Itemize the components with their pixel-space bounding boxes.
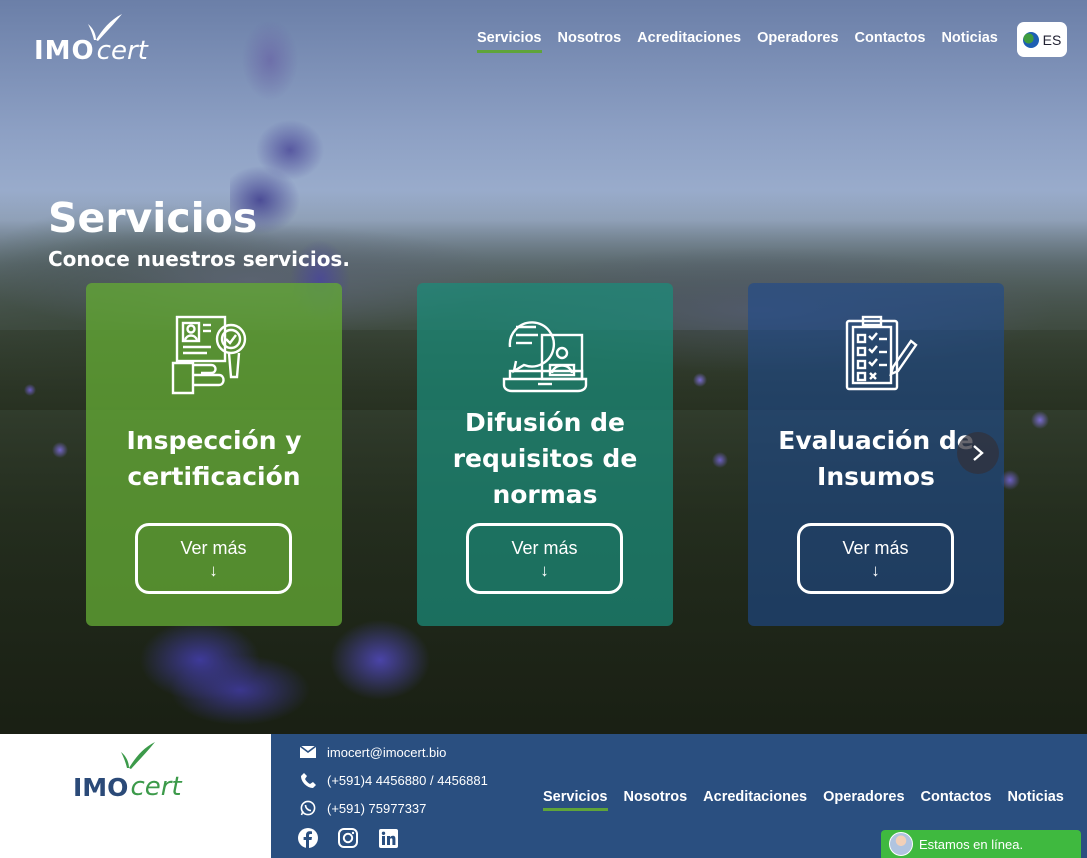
- envelope-icon: [299, 744, 317, 760]
- card-title-line: normas: [492, 480, 598, 509]
- chevron-right-icon: [973, 445, 984, 461]
- ver-mas-label: Ver más: [511, 538, 578, 558]
- avatar: [889, 832, 913, 856]
- footer-nav-acreditaciones[interactable]: Acreditaciones: [703, 789, 807, 811]
- footer-nav-nosotros[interactable]: Nosotros: [624, 789, 688, 811]
- header-logo[interactable]: IMO cert: [34, 14, 148, 66]
- card-title-line: Evaluación de: [778, 426, 974, 455]
- inspection-certificate-icon: [171, 315, 247, 395]
- card-title-line: Inspección y: [126, 426, 302, 455]
- arrow-down-icon: ↓: [871, 561, 880, 580]
- ver-mas-button[interactable]: Ver más ↓: [135, 523, 292, 594]
- leaf-logo-icon: [121, 742, 155, 769]
- page-subtitle: Conoce nuestros servicios.: [48, 247, 350, 271]
- logo-imo-text: IMO: [34, 36, 95, 66]
- page-title: Servicios: [48, 194, 258, 242]
- phone-icon: [299, 772, 317, 788]
- footer-nav-contactos[interactable]: Contactos: [921, 789, 992, 811]
- social-links: [298, 828, 398, 848]
- linkedin-icon[interactable]: [378, 828, 398, 848]
- footer-nav-noticias[interactable]: Noticias: [1007, 789, 1063, 811]
- whatsapp-text: (+591) 75977337: [327, 800, 427, 816]
- ver-mas-label: Ver más: [842, 538, 909, 558]
- facebook-icon[interactable]: [298, 828, 318, 848]
- card-title-line: certificación: [127, 462, 301, 491]
- checklist-clipboard-icon: [845, 315, 918, 391]
- chat-widget[interactable]: Estamos en línea.: [881, 830, 1081, 858]
- footer-phone[interactable]: (+591)4 4456880 / 4456881: [299, 772, 488, 788]
- chat-status-text: Estamos en línea.: [919, 836, 1024, 852]
- footer-nav-servicios[interactable]: Servicios: [543, 789, 608, 811]
- logo-cert-text: cert: [130, 772, 182, 802]
- hero-section: IMO cert Servicios Nosotros Acreditacion…: [0, 0, 1087, 734]
- ver-mas-label: Ver más: [180, 538, 247, 558]
- logo-imo-text: IMO: [73, 773, 129, 802]
- card-title-line: requisitos de: [452, 444, 638, 473]
- instagram-icon[interactable]: [338, 828, 358, 848]
- footer-whatsapp[interactable]: (+591) 75977337: [299, 800, 426, 816]
- arrow-down-icon: ↓: [540, 561, 549, 580]
- ver-mas-button[interactable]: Ver más ↓: [466, 523, 623, 594]
- email-text: imocert@imocert.bio: [327, 744, 447, 760]
- footer-nav: Servicios Nosotros Acreditaciones Operad…: [543, 789, 1064, 811]
- laptop-documents-icon: [502, 321, 588, 393]
- nav-servicios[interactable]: Servicios: [477, 30, 542, 53]
- carousel-next-button[interactable]: [957, 432, 999, 474]
- card-title: Difusión de requisitos de normas: [417, 405, 673, 513]
- language-selector[interactable]: ES: [1017, 22, 1067, 57]
- nav-acreditaciones[interactable]: Acreditaciones: [637, 30, 741, 53]
- footer-logo[interactable]: IMO cert: [73, 742, 182, 802]
- whatsapp-icon: [299, 800, 317, 816]
- nav-nosotros[interactable]: Nosotros: [558, 30, 622, 53]
- card-title-line: Insumos: [817, 462, 935, 491]
- footer-email[interactable]: imocert@imocert.bio: [299, 744, 446, 760]
- footer-logo-area: IMO cert: [0, 734, 271, 858]
- main-nav: Servicios Nosotros Acreditaciones Operad…: [477, 30, 998, 53]
- ver-mas-button[interactable]: Ver más ↓: [797, 523, 954, 594]
- nav-noticias[interactable]: Noticias: [941, 30, 997, 53]
- service-card-inspeccion: Inspección y certificación Ver más ↓: [86, 283, 342, 626]
- nav-contactos[interactable]: Contactos: [855, 30, 926, 53]
- service-card-difusion: Difusión de requisitos de normas Ver más…: [417, 283, 673, 626]
- card-title-line: Difusión de: [465, 408, 625, 437]
- leaf-logo-icon: [88, 14, 122, 41]
- globe-icon: [1022, 31, 1039, 48]
- phone-text: (+591)4 4456880 / 4456881: [327, 772, 488, 788]
- footer-nav-operadores[interactable]: Operadores: [823, 789, 904, 811]
- language-label: ES: [1042, 31, 1062, 48]
- card-title: Inspección y certificación: [86, 423, 342, 495]
- arrow-down-icon: ↓: [209, 561, 218, 580]
- nav-operadores[interactable]: Operadores: [757, 30, 838, 53]
